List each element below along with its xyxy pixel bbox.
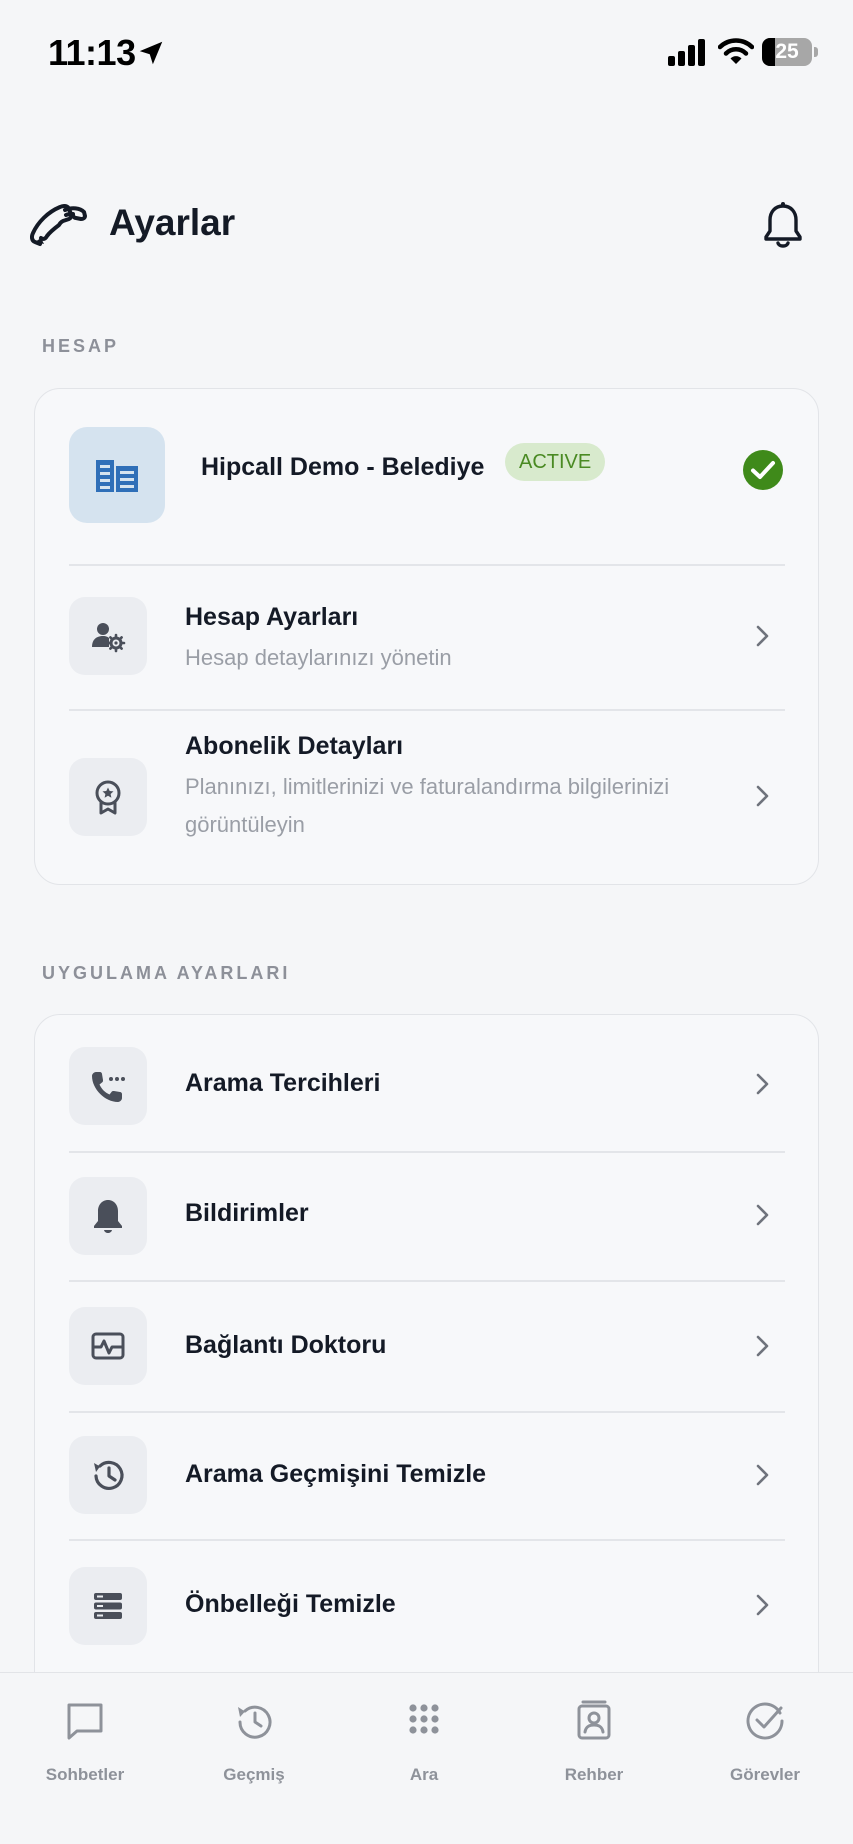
tab-gorevler[interactable]: Görevler (690, 1673, 840, 1793)
status-bar: 11:13 25 (0, 0, 853, 110)
phone-handset-icon (30, 203, 87, 246)
section-label-account: HESAP (42, 336, 120, 356)
battery-percentage: 25 (775, 40, 799, 63)
history-icon (94, 1460, 124, 1490)
subscription-tile (69, 758, 147, 836)
chevron-right-icon (756, 1464, 769, 1486)
status-time: 11:13 (48, 32, 136, 73)
call-preferences-row[interactable]: Arama Tercihleri (35, 1015, 820, 1151)
account-settings-row[interactable]: Hesap Ayarları Hesap detaylarınızı yönet… (35, 565, 820, 710)
chevron-right-icon (756, 1594, 769, 1616)
location-arrow-icon (139, 41, 163, 65)
connection-doctor-tile (69, 1307, 147, 1385)
chat-bubble-icon (67, 1703, 103, 1740)
user-settings-icon (92, 623, 126, 653)
building-icon (96, 460, 138, 492)
tab-label: Sohbetler (45, 1765, 125, 1784)
status-badge: ACTIVE (505, 443, 606, 481)
account-card: Hipcall Demo - Belediye ACTIVE Hesap Aya… (34, 388, 819, 885)
tab-ara[interactable]: Ara (349, 1673, 499, 1793)
battery-body: 25 (762, 38, 812, 66)
settings-screen: 11:13 25 Ayarlar HESAP Hipcall Demo - Be… (0, 0, 853, 1844)
page-title: Ayarlar (109, 202, 236, 243)
tab-label: Geçmiş (223, 1765, 285, 1784)
bottom-tab-bar: Sohbetler Geçmiş Ara Rehber Görevler (0, 1672, 853, 1844)
account-settings-tile (69, 597, 147, 675)
row-title: Arama Geçmişini Temizle (185, 1460, 487, 1488)
chevron-right-icon (756, 785, 769, 807)
check-circle-icon (743, 450, 783, 490)
section-label-app-settings: UYGULAMA AYARLARI (42, 963, 291, 983)
phone-dots-icon (92, 1072, 125, 1102)
dialpad-icon (409, 1704, 439, 1734)
battery-icon: 25 (762, 38, 818, 66)
tab-label: Rehber (564, 1765, 624, 1784)
row-subtitle: Hesap detaylarınızı yönetin (185, 645, 452, 670)
check-circle-icon (746, 1702, 784, 1740)
chevron-right-icon (756, 625, 769, 647)
bell-icon (764, 202, 802, 248)
chevron-right-icon (756, 1073, 769, 1095)
subscription-details-row[interactable]: Abonelik Detayları Planınızı, limitlerin… (35, 710, 820, 886)
connection-doctor-row[interactable]: Bağlantı Doktoru (35, 1281, 820, 1411)
row-title: Arama Tercihleri (185, 1069, 381, 1097)
tab-label: Ara (409, 1765, 439, 1784)
bell-icon (94, 1200, 122, 1233)
cellular-signal-icon (668, 39, 705, 66)
row-title: Bildirimler (185, 1199, 309, 1227)
storage-stack-icon (94, 1593, 122, 1619)
battery-tip (814, 47, 818, 57)
notifications-row[interactable]: Bildirimler (35, 1152, 820, 1280)
notifications-button[interactable] (758, 198, 808, 254)
clear-cache-row[interactable]: Önbelleği Temizle (35, 1540, 820, 1670)
chevron-right-icon (756, 1204, 769, 1226)
history-icon (238, 1705, 272, 1739)
company-row[interactable]: Hipcall Demo - Belediye ACTIVE (35, 389, 820, 564)
row-title: Hesap Ayarları (185, 603, 359, 631)
company-tile (69, 427, 165, 523)
app-settings-card: Arama Tercihleri Bildirimler Bağlantı Do… (34, 1014, 819, 1734)
call-preferences-tile (69, 1047, 147, 1125)
tab-rehber[interactable]: Rehber (519, 1673, 669, 1793)
chevron-right-icon (756, 1335, 769, 1357)
contact-book-icon (577, 1700, 611, 1740)
company-name: Hipcall Demo - Belediye (201, 453, 485, 481)
row-title: Önbelleği Temizle (185, 1590, 396, 1618)
clear-cache-tile (69, 1567, 147, 1645)
tab-sohbetler[interactable]: Sohbetler (10, 1673, 160, 1793)
row-title: Bağlantı Doktoru (185, 1331, 387, 1359)
clear-call-history-tile (69, 1436, 147, 1514)
row-title: Abonelik Detayları (185, 732, 404, 760)
wifi-icon (718, 38, 754, 64)
award-badge-icon (95, 780, 121, 815)
tab-label: Görevler (730, 1765, 800, 1784)
pulse-monitor-icon (91, 1332, 125, 1360)
clear-call-history-row[interactable]: Arama Geçmişini Temizle (35, 1412, 820, 1539)
notifications-tile (69, 1177, 147, 1255)
tab-gecmis[interactable]: Geçmiş (179, 1673, 329, 1793)
row-subtitle: Planınızı, limitlerinizi ve faturalandır… (185, 774, 670, 837)
